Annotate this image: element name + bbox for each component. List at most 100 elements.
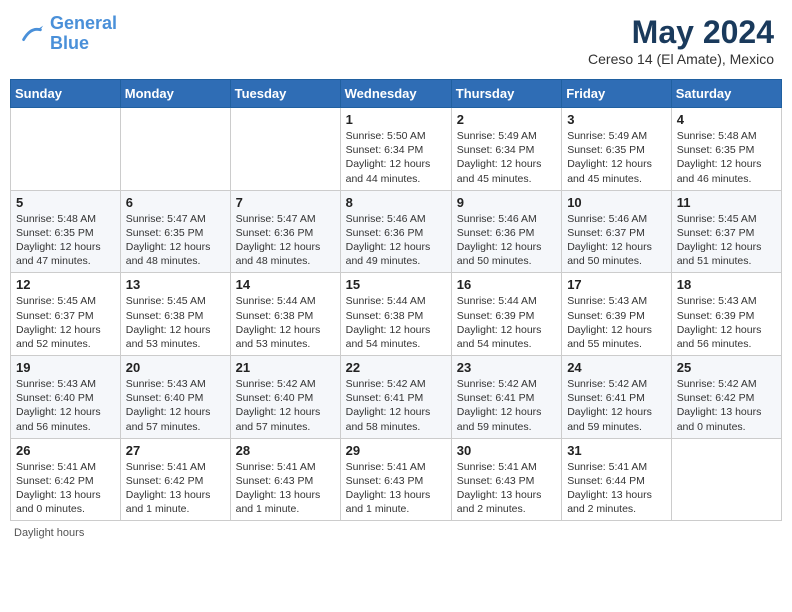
day-number: 29 — [346, 443, 446, 458]
calendar-cell: 9 Sunrise: 5:46 AM Sunset: 6:36 PM Daylig… — [451, 190, 561, 273]
footer-label: Daylight hours — [14, 527, 84, 539]
logo: General Blue — [18, 14, 117, 54]
day-info: Sunrise: 5:41 AM Sunset: 6:43 PM Dayligh… — [236, 460, 335, 517]
day-info: Sunrise: 5:41 AM Sunset: 6:44 PM Dayligh… — [567, 460, 666, 517]
calendar-cell — [230, 108, 340, 191]
day-header-friday: Friday — [562, 80, 672, 108]
calendar-cell: 20 Sunrise: 5:43 AM Sunset: 6:40 PM Dayli… — [120, 356, 230, 439]
day-number: 9 — [457, 195, 556, 210]
day-number: 6 — [126, 195, 225, 210]
day-info: Sunrise: 5:43 AM Sunset: 6:40 PM Dayligh… — [126, 377, 225, 434]
day-info: Sunrise: 5:46 AM Sunset: 6:37 PM Dayligh… — [567, 212, 666, 269]
calendar-cell: 3 Sunrise: 5:49 AM Sunset: 6:35 PM Daylig… — [562, 108, 672, 191]
day-number: 23 — [457, 360, 556, 375]
day-info: Sunrise: 5:43 AM Sunset: 6:39 PM Dayligh… — [677, 294, 776, 351]
day-info: Sunrise: 5:46 AM Sunset: 6:36 PM Dayligh… — [346, 212, 446, 269]
day-number: 20 — [126, 360, 225, 375]
day-info: Sunrise: 5:47 AM Sunset: 6:36 PM Dayligh… — [236, 212, 335, 269]
calendar-cell: 12Sunrise: 5:45 AM Sunset: 6:37 PM Dayli… — [11, 273, 121, 356]
calendar-week-5: 26Sunrise: 5:41 AM Sunset: 6:42 PM Dayli… — [11, 438, 782, 521]
calendar-header-row: SundayMondayTuesdayWednesdayThursdayFrid… — [11, 80, 782, 108]
calendar-week-3: 12Sunrise: 5:45 AM Sunset: 6:37 PM Dayli… — [11, 273, 782, 356]
day-number: 18 — [677, 277, 776, 292]
day-info: Sunrise: 5:42 AM Sunset: 6:41 PM Dayligh… — [567, 377, 666, 434]
calendar-cell — [120, 108, 230, 191]
calendar-cell: 11Sunrise: 5:45 AM Sunset: 6:37 PM Dayli… — [671, 190, 781, 273]
day-info: Sunrise: 5:41 AM Sunset: 6:42 PM Dayligh… — [16, 460, 115, 517]
calendar-cell: 21Sunrise: 5:42 AM Sunset: 6:40 PM Dayli… — [230, 356, 340, 439]
calendar-cell: 16 Sunrise: 5:44 AM Sunset: 6:39 PM Dayli… — [451, 273, 561, 356]
calendar-cell — [671, 438, 781, 521]
day-info: Sunrise: 5:41 AM Sunset: 6:43 PM Dayligh… — [457, 460, 556, 517]
calendar-cell: 23Sunrise: 5:42 AM Sunset: 6:41 PM Dayli… — [451, 356, 561, 439]
day-info: Sunrise: 5:42 AM Sunset: 6:40 PM Dayligh… — [236, 377, 335, 434]
calendar-table: SundayMondayTuesdayWednesdayThursdayFrid… — [10, 79, 782, 521]
logo-general: General — [50, 13, 117, 33]
page-header: General Blue May 2024 Cereso 14 (El Amat… — [10, 10, 782, 71]
day-header-monday: Monday — [120, 80, 230, 108]
day-info: Sunrise: 5:44 AM Sunset: 6:38 PM Dayligh… — [236, 294, 335, 351]
logo-icon — [18, 20, 46, 48]
day-number: 8 — [346, 195, 446, 210]
day-number: 31 — [567, 443, 666, 458]
calendar-cell: 22 Sunrise: 5:42 AM Sunset: 6:41 PM Dayli… — [340, 356, 451, 439]
day-number: 7 — [236, 195, 335, 210]
day-info: Sunrise: 5:45 AM Sunset: 6:38 PM Dayligh… — [126, 294, 225, 351]
calendar-cell: 17 Sunrise: 5:43 AM Sunset: 6:39 PM Dayli… — [562, 273, 672, 356]
day-info: Sunrise: 5:42 AM Sunset: 6:41 PM Dayligh… — [346, 377, 446, 434]
calendar-cell: 31 Sunrise: 5:41 AM Sunset: 6:44 PM Dayli… — [562, 438, 672, 521]
day-number: 25 — [677, 360, 776, 375]
day-info: Sunrise: 5:43 AM Sunset: 6:39 PM Dayligh… — [567, 294, 666, 351]
calendar-cell: 6 Sunrise: 5:47 AM Sunset: 6:35 PM Daylig… — [120, 190, 230, 273]
day-info: Sunrise: 5:44 AM Sunset: 6:38 PM Dayligh… — [346, 294, 446, 351]
day-number: 28 — [236, 443, 335, 458]
location-subtitle: Cereso 14 (El Amate), Mexico — [588, 51, 774, 67]
day-number: 1 — [346, 112, 446, 127]
calendar-cell: 26Sunrise: 5:41 AM Sunset: 6:42 PM Dayli… — [11, 438, 121, 521]
calendar-cell: 7 Sunrise: 5:47 AM Sunset: 6:36 PM Daylig… — [230, 190, 340, 273]
day-header-sunday: Sunday — [11, 80, 121, 108]
calendar-cell: 8 Sunrise: 5:46 AM Sunset: 6:36 PM Daylig… — [340, 190, 451, 273]
day-info: Sunrise: 5:42 AM Sunset: 6:42 PM Dayligh… — [677, 377, 776, 434]
day-number: 4 — [677, 112, 776, 127]
calendar-cell: 1Sunrise: 5:50 AM Sunset: 6:34 PM Daylig… — [340, 108, 451, 191]
day-info: Sunrise: 5:48 AM Sunset: 6:35 PM Dayligh… — [677, 129, 776, 186]
day-info: Sunrise: 5:44 AM Sunset: 6:39 PM Dayligh… — [457, 294, 556, 351]
calendar-cell: 30 Sunrise: 5:41 AM Sunset: 6:43 PM Dayli… — [451, 438, 561, 521]
calendar-cell: 24Sunrise: 5:42 AM Sunset: 6:41 PM Dayli… — [562, 356, 672, 439]
day-info: Sunrise: 5:43 AM Sunset: 6:40 PM Dayligh… — [16, 377, 115, 434]
footer: Daylight hours — [10, 527, 782, 539]
title-block: May 2024 Cereso 14 (El Amate), Mexico — [588, 14, 774, 67]
day-number: 5 — [16, 195, 115, 210]
calendar-cell: 5 Sunrise: 5:48 AM Sunset: 6:35 PM Daylig… — [11, 190, 121, 273]
day-number: 22 — [346, 360, 446, 375]
day-number: 2 — [457, 112, 556, 127]
calendar-cell: 10Sunrise: 5:46 AM Sunset: 6:37 PM Dayli… — [562, 190, 672, 273]
day-number: 27 — [126, 443, 225, 458]
month-title: May 2024 — [588, 14, 774, 51]
day-info: Sunrise: 5:46 AM Sunset: 6:36 PM Dayligh… — [457, 212, 556, 269]
day-info: Sunrise: 5:41 AM Sunset: 6:43 PM Dayligh… — [346, 460, 446, 517]
calendar-cell: 4 Sunrise: 5:48 AM Sunset: 6:35 PM Daylig… — [671, 108, 781, 191]
calendar-cell: 25 Sunrise: 5:42 AM Sunset: 6:42 PM Dayli… — [671, 356, 781, 439]
calendar-cell: 14 Sunrise: 5:44 AM Sunset: 6:38 PM Dayli… — [230, 273, 340, 356]
logo-text: General Blue — [50, 14, 117, 54]
calendar-cell: 2Sunrise: 5:49 AM Sunset: 6:34 PM Daylig… — [451, 108, 561, 191]
calendar-cell: 15Sunrise: 5:44 AM Sunset: 6:38 PM Dayli… — [340, 273, 451, 356]
day-info: Sunrise: 5:49 AM Sunset: 6:35 PM Dayligh… — [567, 129, 666, 186]
day-number: 14 — [236, 277, 335, 292]
calendar-cell: 29 Sunrise: 5:41 AM Sunset: 6:43 PM Dayli… — [340, 438, 451, 521]
day-number: 13 — [126, 277, 225, 292]
calendar-week-1: 1Sunrise: 5:50 AM Sunset: 6:34 PM Daylig… — [11, 108, 782, 191]
day-header-saturday: Saturday — [671, 80, 781, 108]
day-number: 17 — [567, 277, 666, 292]
day-info: Sunrise: 5:47 AM Sunset: 6:35 PM Dayligh… — [126, 212, 225, 269]
day-number: 19 — [16, 360, 115, 375]
day-number: 16 — [457, 277, 556, 292]
day-number: 30 — [457, 443, 556, 458]
day-number: 3 — [567, 112, 666, 127]
calendar-cell: 27Sunrise: 5:41 AM Sunset: 6:42 PM Dayli… — [120, 438, 230, 521]
day-info: Sunrise: 5:48 AM Sunset: 6:35 PM Dayligh… — [16, 212, 115, 269]
day-header-tuesday: Tuesday — [230, 80, 340, 108]
calendar-cell: 28 Sunrise: 5:41 AM Sunset: 6:43 PM Dayli… — [230, 438, 340, 521]
